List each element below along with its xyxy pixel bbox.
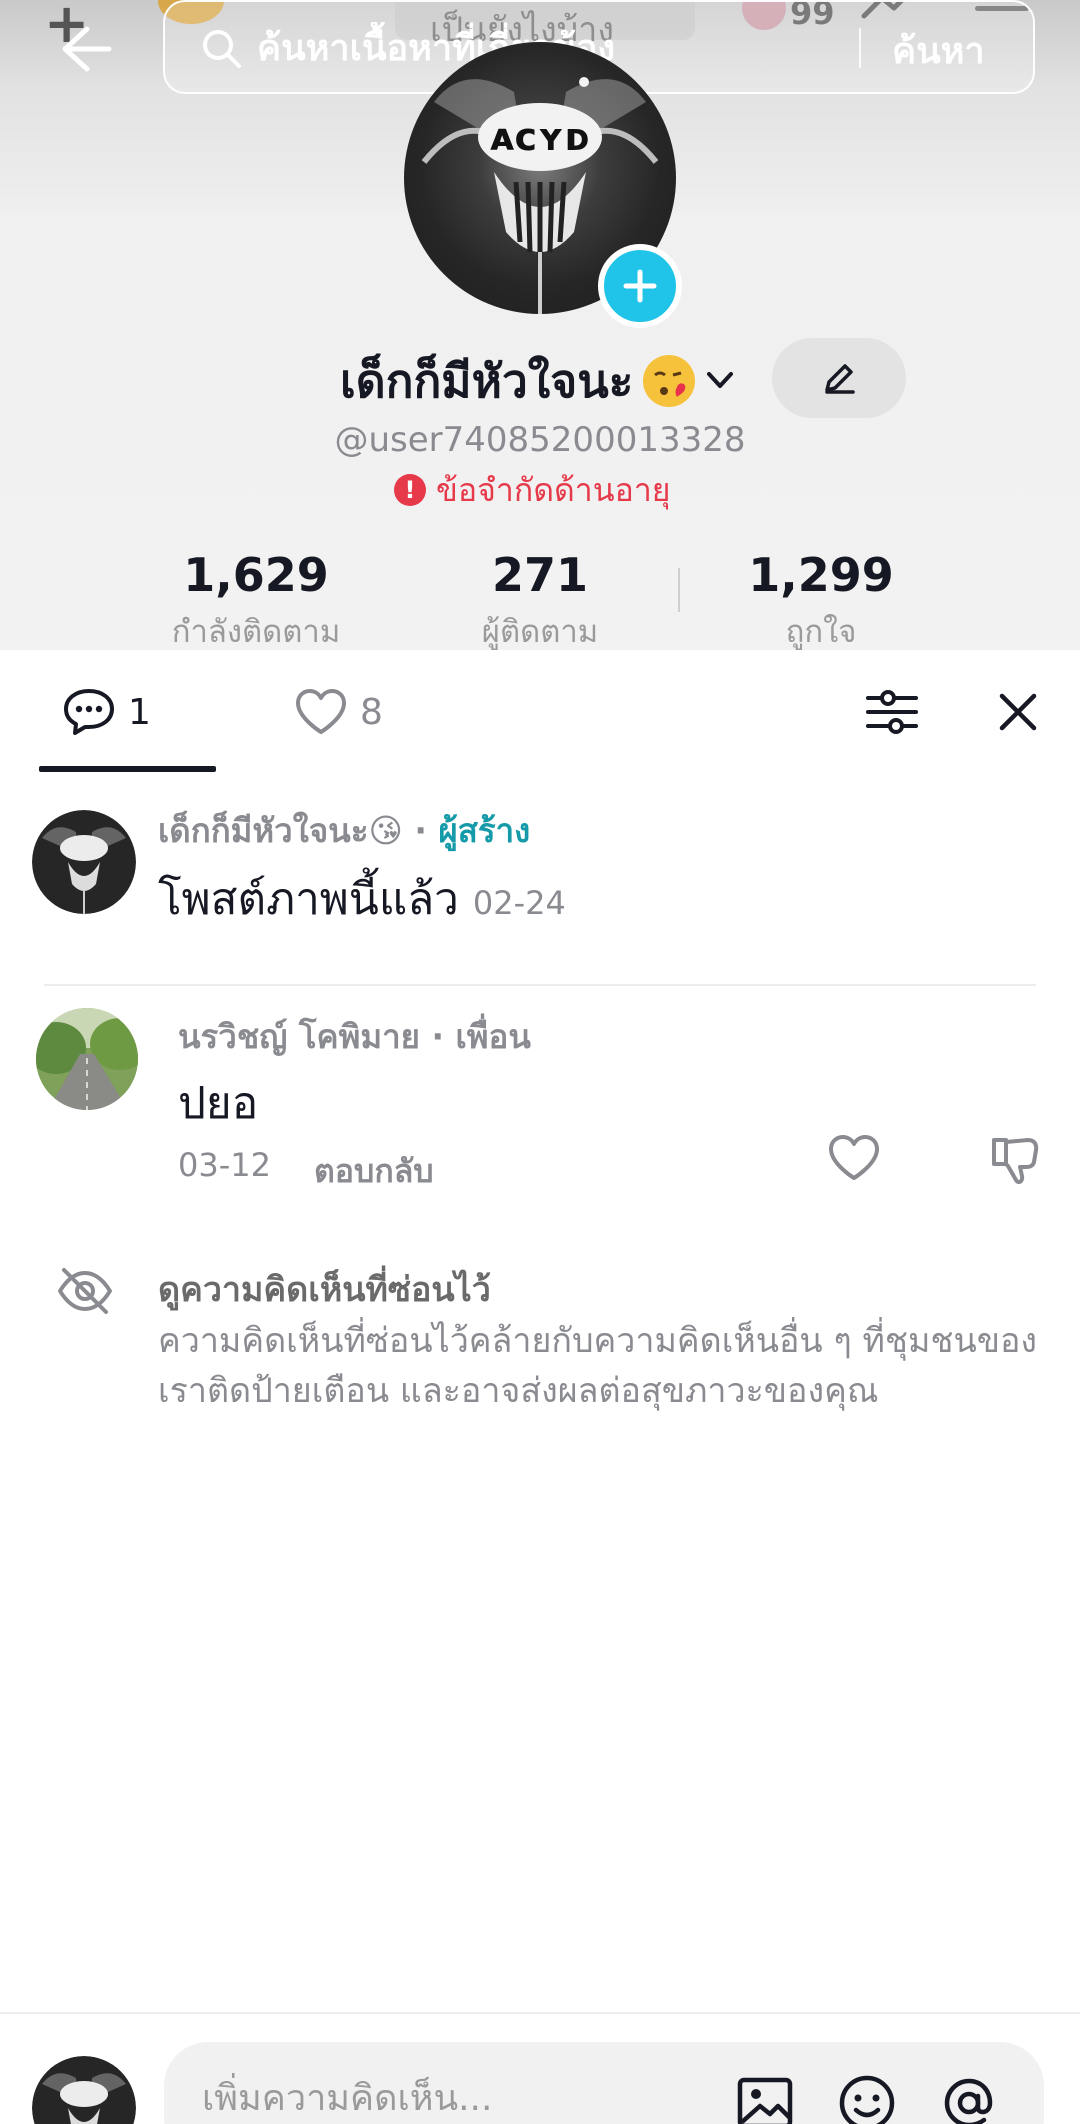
- eye-slash-icon: [58, 1268, 112, 1314]
- comment-divider: [44, 984, 1036, 986]
- author-separator: ·: [402, 811, 439, 850]
- comment-author-name[interactable]: เด็กก็มีหัวใจนะ: [158, 811, 368, 850]
- sheet-tab-bar: 1 8: [0, 650, 1080, 778]
- stat-following-label: กำลังติดตาม: [171, 614, 341, 650]
- profile-display-name: เด็กก็มีหัวใจนะ: [340, 354, 634, 408]
- chevron-down-icon[interactable]: [705, 367, 735, 393]
- stat-likes-label: ถูกใจ: [785, 614, 857, 650]
- comment-text: โพสต์ภาพนี้แล้ว 02-24: [158, 864, 566, 934]
- stat-followers[interactable]: 271 ผู้ติดตาม: [420, 548, 660, 650]
- stat-likes-value: 1,299: [748, 548, 894, 602]
- comment-timestamp: 03-12: [178, 1146, 271, 1184]
- comment-author-avatar[interactable]: [36, 1008, 138, 1110]
- stat-followers-label: ผู้ติดตาม: [481, 614, 599, 650]
- image-icon[interactable]: [734, 2072, 796, 2124]
- mention-at-icon[interactable]: [938, 2072, 1000, 2124]
- kissing-face-emoji-icon: [643, 355, 695, 407]
- tab-likes-count: 8: [360, 691, 383, 733]
- current-user-avatar: [32, 2056, 136, 2124]
- alert-icon: !: [394, 474, 426, 506]
- comment-composer: [0, 2012, 1080, 2124]
- hidden-comments-description: ความคิดเห็นที่ซ่อนไว้คล้ายกับความคิดเห็น…: [158, 1321, 1038, 1411]
- road-photo-avatar: [36, 1008, 138, 1110]
- comment-input-box[interactable]: [164, 2042, 1044, 2124]
- heart-icon: [296, 689, 346, 734]
- comment-input[interactable]: [202, 2070, 682, 2124]
- age-restriction-label: ข้อจำกัดด้านอายุ: [436, 470, 671, 509]
- profile-background: เป็นยังไงบ้าง + 99 ค้นหา ᴀᴄʏᴅ: [0, 0, 1080, 650]
- search-submit-button[interactable]: ค้นหา: [892, 22, 985, 79]
- hidden-comments-title[interactable]: ดูความคิดเห็นที่ซ่อนไว้: [158, 1262, 491, 1316]
- profile-username: @user74085200013328: [334, 420, 746, 460]
- follow-add-button[interactable]: [598, 244, 682, 328]
- stat-likes[interactable]: 1,299 ถูกใจ: [701, 548, 941, 650]
- edit-profile-button[interactable]: [772, 338, 906, 418]
- close-icon[interactable]: [990, 684, 1046, 740]
- comment-author-name[interactable]: นรวิชญ์ โคพิมาย · เพื่อน: [178, 1010, 531, 1063]
- dislike-thumbs-down-icon[interactable]: [988, 1132, 1044, 1188]
- profile-name-row: เด็กก็มีหัวใจนะ: [0, 345, 1080, 415]
- plus-icon: [623, 269, 657, 303]
- search-divider: [859, 28, 861, 68]
- tab-likes[interactable]: 8: [294, 680, 383, 744]
- comment-body: โพสต์ภาพนี้แล้ว: [158, 874, 459, 925]
- reply-button[interactable]: ตอบกลับ: [314, 1146, 434, 1197]
- back-button[interactable]: [50, 14, 120, 84]
- current-user-avatar-artwork: [32, 2056, 136, 2124]
- tab-comments-count: 1: [128, 691, 151, 733]
- stat-followers-value: 271: [491, 548, 589, 602]
- svg-text:ᴀᴄʏᴅ: ᴀᴄʏᴅ: [490, 115, 591, 159]
- comment-author-avatar[interactable]: [32, 810, 136, 914]
- comment-body: ปยอ: [178, 1078, 259, 1129]
- author-avatar-artwork: [32, 810, 136, 914]
- stat-following[interactable]: 1,629 กำลังติดตาม: [136, 548, 376, 650]
- stat-divider: [678, 568, 680, 612]
- pencil-icon: [825, 364, 855, 394]
- tab-active-indicator: [39, 766, 216, 772]
- comment-timestamp: 02-24: [472, 884, 566, 922]
- comment-author-line: เด็กก็มีหัวใจนะ😘 · ผู้สร้าง: [158, 804, 530, 857]
- age-restriction-notice[interactable]: ! ข้อจำกัดด้านอายุ: [394, 468, 671, 512]
- arrow-left-icon: [62, 26, 112, 72]
- comment-sheet: 1 8 เด็กก็มีหัวใจนะ😘 · ผู้สร้าง โพสต์ภาพ…: [0, 650, 1080, 2124]
- emoji-kissing-face-icon: 😘: [368, 811, 403, 850]
- creator-badge: ผู้สร้าง: [438, 811, 531, 850]
- emoji-icon[interactable]: [836, 2072, 898, 2124]
- like-heart-icon[interactable]: [826, 1130, 882, 1186]
- tab-comments[interactable]: 1: [62, 680, 151, 744]
- stat-following-value: 1,629: [183, 548, 329, 602]
- comment-bubble-icon: [64, 689, 114, 735]
- filter-sliders-icon[interactable]: [862, 682, 922, 742]
- search-icon: [203, 30, 241, 68]
